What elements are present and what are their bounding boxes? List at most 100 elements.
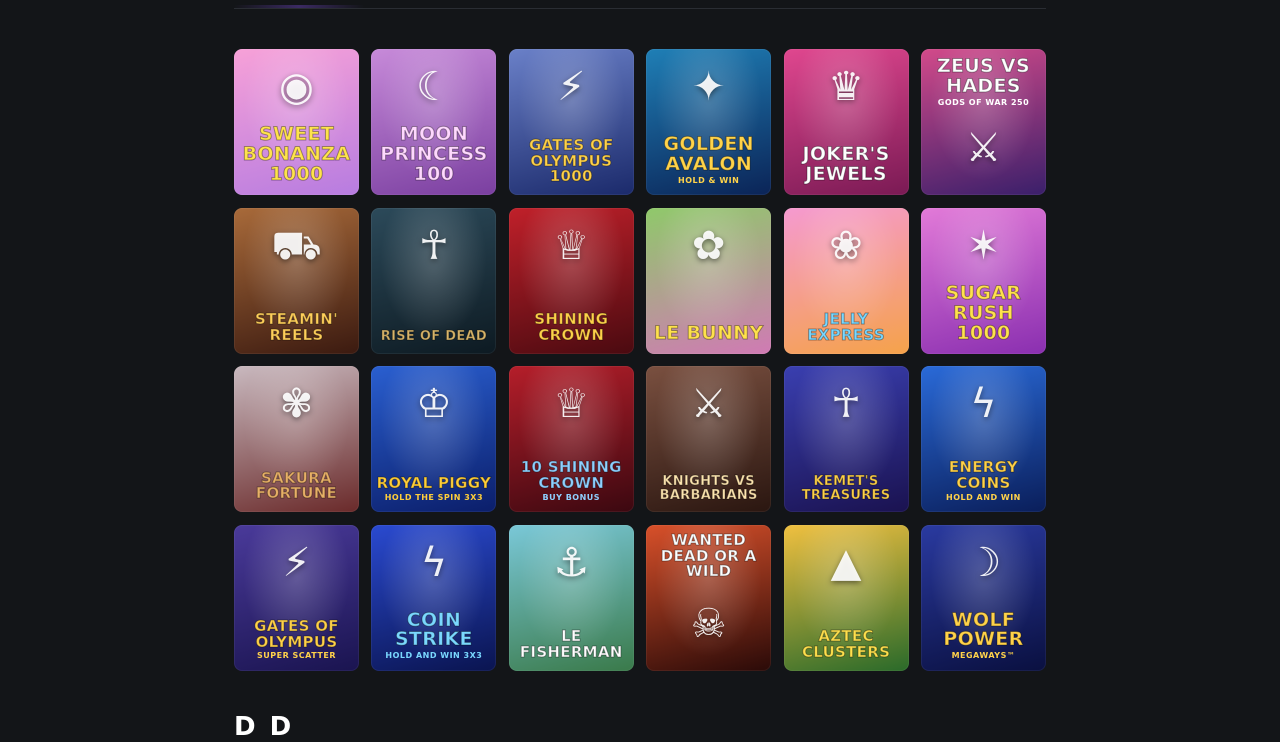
game-wanted-dead-or-a-wild[interactable]: ☠ Wanted Dead or a Wild	[646, 524, 772, 671]
game-title: Jelly Express	[788, 310, 905, 344]
game-title: Moon Princess 100	[375, 124, 492, 185]
game-subtitle: Hold and Win 3x3	[385, 651, 483, 661]
game-title: Coin Strike Hold and Win 3x3	[375, 608, 492, 661]
game-title: Golden Avalon Hold & Win	[650, 132, 767, 185]
game-zeus-vs-hades[interactable]: ⚔ Zeus vs Hades Gods of War 250	[920, 49, 1046, 195]
game-energy-coins[interactable]: ϟ Energy Coins Hold and Win	[920, 366, 1046, 513]
game-title-text: Sugar Rush 1000	[945, 281, 1022, 344]
lightning-coin-icon: ϟ	[970, 381, 997, 428]
game-title-text: Golden Avalon	[663, 132, 754, 175]
game-title: Kemet's Treasures	[788, 473, 905, 503]
game-title-text: Sweet Bonanza 1000	[242, 123, 351, 186]
game-jokers-jewels[interactable]: ♛ Joker's Jewels	[783, 49, 909, 195]
game-title-text: Le Fisherman	[519, 627, 623, 662]
train-icon: ⛟	[271, 222, 322, 269]
game-shining-crown[interactable]: ♕ Shining Crown	[508, 207, 634, 354]
zeus-icon: ⚡	[282, 539, 311, 586]
game-title: Royal Piggy Hold the Spin 3x3	[375, 474, 492, 502]
game-subtitle: Hold & Win	[678, 175, 740, 185]
geisha-icon: ✾	[279, 381, 314, 428]
game-title: Steamin' Reels	[238, 310, 355, 344]
gods-icon: ⚔	[965, 125, 1002, 172]
candy-icon: ◉	[279, 63, 314, 110]
game-title: Energy Coins Hold and Win	[925, 458, 1042, 502]
wolf-icon: ☽	[965, 539, 1002, 586]
game-knights-vs-barbarians[interactable]: ⚔ Knights vs Barbarians	[646, 366, 772, 513]
pharaoh-icon: ☥	[831, 381, 861, 428]
game-title-text: Rise of Dead	[380, 328, 487, 344]
anubis-icon: ☥	[418, 222, 449, 269]
piggy-bank-icon: ♔	[415, 381, 452, 428]
game-title: Gates of Olympus Super Scatter	[238, 616, 355, 661]
game-steamin-reels[interactable]: ⛟ Steamin' Reels	[234, 207, 359, 354]
game-sweet-bonanza-1000[interactable]: ◉ Sweet Bonanza 1000	[234, 49, 359, 195]
princess-icon: ☾	[415, 63, 452, 110]
warriors-icon: ⚔	[690, 381, 727, 428]
game-subtitle: Super Scatter	[257, 651, 336, 661]
joker-mask-icon: ♛	[828, 63, 864, 110]
game-golden-avalon[interactable]: ✦ Golden Avalon Hold & Win	[646, 49, 772, 195]
game-kemets-treasures[interactable]: ☥ Kemet's Treasures	[783, 366, 909, 513]
game-jelly-express[interactable]: ❀ Jelly Express	[783, 207, 909, 354]
game-title: Wolf Power Megaways™	[925, 608, 1042, 661]
game-title: Sakura Fortune	[238, 468, 355, 503]
game-royal-piggy[interactable]: ♔ Royal Piggy Hold the Spin 3x3	[371, 366, 497, 513]
game-title: Rise of Dead	[375, 328, 492, 344]
game-title-text: Wanted Dead or a Wild	[660, 530, 757, 581]
game-title: Aztec Clusters	[788, 627, 905, 662]
game-gates-of-olympus-super-scatter[interactable]: ⚡ Gates of Olympus Super Scatter	[234, 524, 359, 671]
game-title-text: Sakura Fortune	[255, 468, 338, 503]
game-le-bunny[interactable]: ✿ Le Bunny	[646, 207, 772, 354]
game-title: Sugar Rush 1000	[925, 281, 1042, 344]
sorceress-icon: ✦	[691, 63, 726, 110]
game-title-text: 10 Shining Crown	[520, 458, 622, 493]
game-moon-princess-100[interactable]: ☾ Moon Princess 100	[371, 49, 497, 195]
pyramid-icon: ▲	[830, 539, 862, 586]
game-title-text: Energy Coins	[948, 458, 1019, 493]
game-title-text: Aztec Clusters	[801, 627, 891, 662]
game-subtitle: Buy Bonus	[542, 492, 601, 502]
game-title-text: Joker's Jewels	[802, 143, 890, 186]
games-grid: ◉ Sweet Bonanza 1000 ☾ Moon Princess 100 ⚡ Ga…	[234, 49, 1046, 671]
game-title-text: Shining Crown	[534, 310, 609, 344]
game-title-text: Coin Strike	[394, 608, 473, 651]
cowboy-icon: ☠	[690, 601, 727, 648]
game-subtitle: Megaways™	[951, 651, 1016, 661]
game-rise-of-dead[interactable]: ☥ Rise of Dead	[371, 207, 497, 354]
game-title: Shining Crown	[513, 310, 630, 344]
game-title-text: Zeus vs Hades	[936, 55, 1030, 97]
game-subtitle: Gods of War 250	[937, 97, 1030, 107]
game-title: 10 Shining Crown Buy Bonus	[513, 458, 630, 502]
game-title: Le Bunny	[650, 321, 767, 344]
game-title: Le Fisherman	[513, 627, 630, 662]
game-title-text: Jelly Express	[807, 310, 885, 344]
candy-icon: ✶	[966, 222, 1001, 269]
game-title-text: Knights vs Barbarians	[659, 473, 758, 503]
candy-train-icon: ❀	[829, 222, 863, 269]
game-title-text: Gates of Olympus	[254, 616, 339, 651]
top-divider	[234, 8, 1046, 9]
game-title-text: Royal Piggy	[376, 474, 492, 493]
game-title-text: Le Bunny	[653, 321, 764, 344]
game-title-text: Kemet's Treasures	[801, 473, 891, 503]
game-sugar-rush-1000[interactable]: ✶ Sugar Rush 1000	[920, 207, 1046, 354]
next-section-heading: D D	[234, 712, 292, 742]
game-coin-strike[interactable]: ϟ Coin Strike Hold and Win 3x3	[371, 524, 497, 671]
game-subtitle: Hold the Spin 3x3	[384, 492, 484, 502]
game-10-shining-crown-buy-bonus[interactable]: ♕ 10 Shining Crown Buy Bonus	[508, 366, 634, 513]
game-title: Wanted Dead or a Wild	[650, 530, 767, 581]
game-title-text: Steamin' Reels	[255, 310, 339, 344]
game-title-text: Wolf Power	[943, 608, 1024, 651]
lightning-coin-icon: ϟ	[420, 539, 448, 586]
game-le-fisherman[interactable]: ⚓ Le Fisherman	[508, 524, 634, 671]
game-subtitle: Hold and Win	[946, 492, 1021, 502]
crown-icon: ♕	[553, 381, 590, 428]
game-title: Gates of Olympus 1000	[513, 135, 630, 186]
game-gates-of-olympus-1000[interactable]: ⚡ Gates of Olympus 1000	[508, 49, 634, 195]
game-sakura-fortune[interactable]: ✾ Sakura Fortune	[234, 366, 359, 513]
game-aztec-clusters[interactable]: ▲ Aztec Clusters	[783, 524, 909, 671]
game-title-text: Gates of Olympus 1000	[528, 135, 614, 186]
game-wolf-power-megaways[interactable]: ☽ Wolf Power Megaways™	[920, 524, 1046, 671]
game-title: Zeus vs Hades Gods of War 250	[925, 55, 1042, 107]
game-title: Sweet Bonanza 1000	[238, 123, 355, 186]
